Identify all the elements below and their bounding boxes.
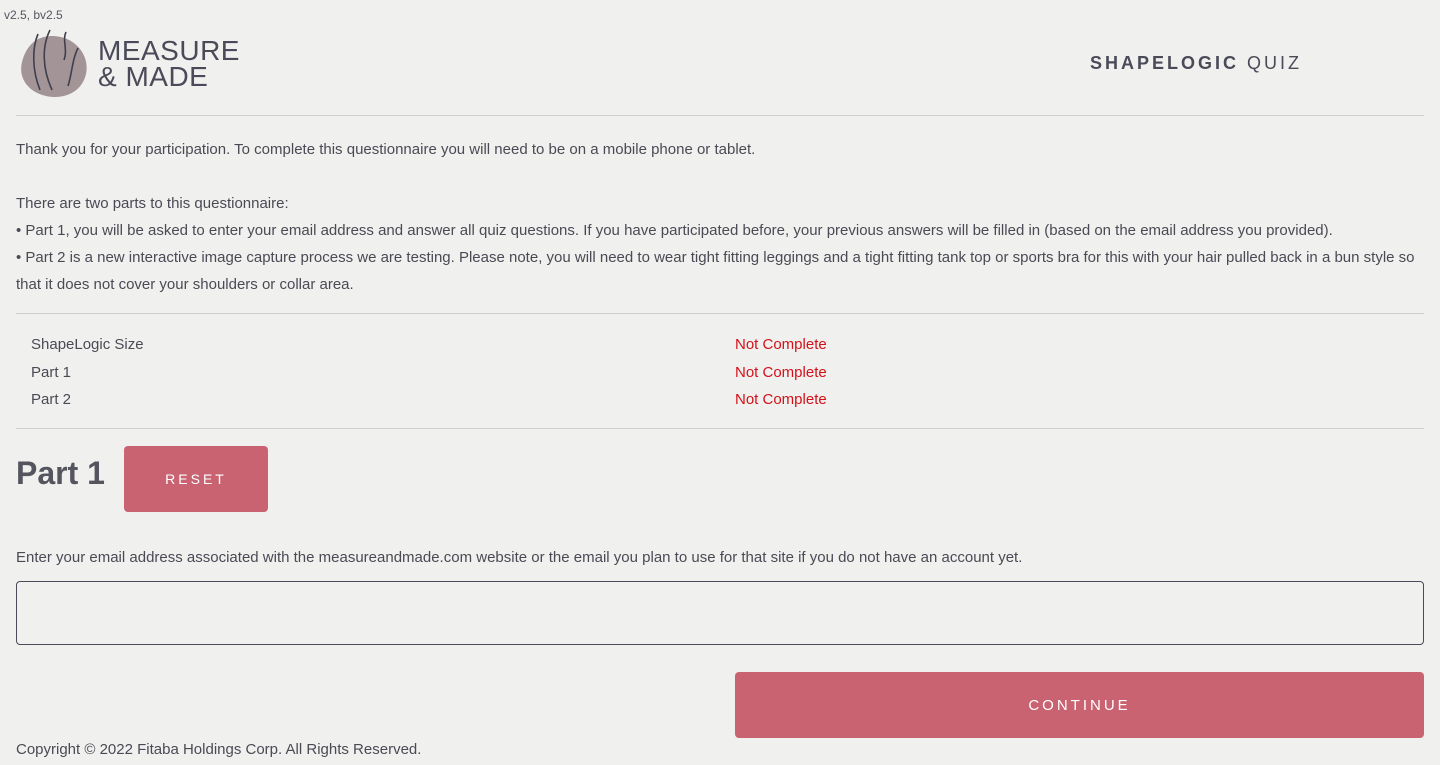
status-row-part-2: Part 2 Not Complete (31, 386, 1424, 414)
status-value: Not Complete (735, 363, 827, 381)
divider (16, 313, 1424, 314)
logo-text: MEASURE & MADE (98, 37, 240, 92)
status-value: Not Complete (735, 336, 827, 353)
intro-parts-heading: There are two parts to this questionnair… (16, 195, 289, 212)
status-table: ShapeLogic Size Not Complete Part 1 Not … (31, 331, 1424, 414)
reset-button[interactable]: RESET (124, 446, 268, 512)
version-label: v2.5, bv2.5 (4, 8, 63, 22)
intro-bullet-part-2: • Part 2 is a new interactive image capt… (16, 249, 1415, 293)
intro-text: Thank you for your participation. To com… (16, 136, 1424, 298)
quiz-title-light: QUIZ (1247, 53, 1302, 73)
email-label: Enter your email address associated with… (16, 549, 1023, 566)
status-label: Part 2 (31, 391, 72, 408)
continue-button[interactable]: CONTINUE (735, 672, 1424, 738)
status-row-shapelogic-size: ShapeLogic Size Not Complete (31, 331, 1424, 359)
header: MEASURE & MADE SHAPELOGIC QUIZ (16, 26, 1424, 116)
status-row-part-1: Part 1 Not Complete (31, 359, 1424, 387)
email-input[interactable] (16, 581, 1424, 645)
status-label: ShapeLogic Size (31, 336, 144, 353)
quiz-title-bold: SHAPELOGIC (1089, 53, 1239, 73)
quiz-title: SHAPELOGIC QUIZ (1090, 53, 1302, 74)
intro-line: Thank you for your participation. To com… (16, 141, 756, 158)
measure-and-made-logo[interactable]: MEASURE & MADE (16, 26, 256, 102)
part-heading: Part 1 (16, 455, 105, 491)
logo-icon (21, 29, 87, 98)
intro-bullet-part-1: • Part 1, you will be asked to enter you… (16, 222, 1333, 239)
status-label: Part 1 (31, 363, 72, 381)
logo-line-2: & MADE (98, 61, 209, 92)
status-value: Not Complete (735, 391, 827, 408)
divider (16, 428, 1424, 429)
copyright-text: Copyright © 2022 Fitaba Holdings Corp. A… (16, 741, 422, 758)
